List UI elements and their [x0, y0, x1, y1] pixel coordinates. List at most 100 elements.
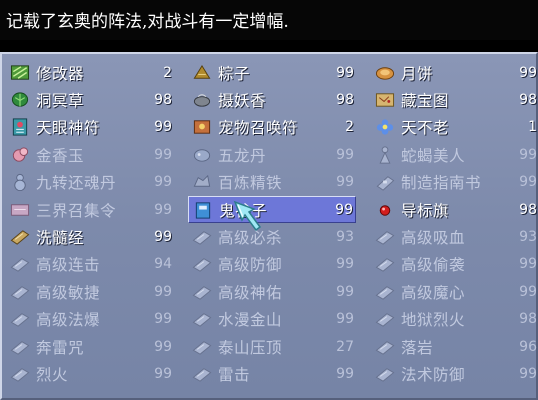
inventory-item[interactable]: 奔雷咒 99 [6, 333, 174, 360]
item-quantity: 99 [154, 338, 172, 355]
item-quantity: 99 [154, 146, 172, 163]
decree-scroll-icon [9, 200, 31, 220]
item-name: 天眼神符 [36, 119, 101, 138]
pink-jade-icon [9, 145, 31, 165]
item-name: 蛇蝎美人 [401, 146, 466, 165]
item-quantity: 98 [519, 311, 537, 328]
inventory-item[interactable]: 高级神佑 99 [188, 278, 356, 305]
inventory-item[interactable]: 月饼 99 [371, 59, 538, 86]
item-name: 落岩 [401, 338, 434, 357]
inventory-item[interactable]: 地狱烈火 98 [371, 306, 538, 333]
item-name: 五龙丹 [218, 146, 267, 165]
talisman-icon [9, 117, 31, 137]
item-quantity: 99 [519, 174, 537, 191]
inventory-item[interactable]: 天不老 1 [371, 114, 538, 141]
inventory-item[interactable]: 高级敏捷 99 [6, 278, 174, 305]
scroll-icon [9, 337, 31, 357]
book-scroll-icon [9, 227, 31, 247]
item-name: 月饼 [401, 64, 434, 83]
dragon-pill-icon [191, 145, 213, 165]
item-name: 粽子 [218, 64, 251, 83]
item-name: 制造指南书 [401, 174, 482, 193]
item-name: 烈火 [36, 365, 69, 384]
inventory-item[interactable]: 烈火 99 [6, 360, 174, 387]
inventory-item[interactable]: 泰山压顶 27 [188, 333, 356, 360]
inventory-item[interactable]: 高级法爆 99 [6, 306, 174, 333]
item-name: 水漫金山 [218, 311, 283, 330]
inventory-item[interactable]: 金香玉 99 [6, 141, 174, 168]
inventory-item[interactable]: 三界召集令 99 [6, 196, 174, 223]
incense-icon [191, 90, 213, 110]
item-quantity: 99 [336, 311, 354, 328]
item-name: 高级偷袭 [401, 256, 466, 275]
inventory-item[interactable]: 修改器 2 [6, 59, 174, 86]
inventory-item[interactable]: 鬼谷子99 [188, 195, 356, 224]
item-name: 九转还魂丹 [36, 174, 117, 193]
inventory-item[interactable]: 高级必杀 93 [188, 223, 356, 250]
inventory-item[interactable]: 高级魔心 99 [371, 278, 538, 305]
inventory-item[interactable]: 制造指南书 99 [371, 169, 538, 196]
inventory-column-1: 修改器 2 洞冥草 98 天眼神符 99 金香玉 99 九转还魂丹 99 三界召集令 99 洗髓经 99 高… [6, 59, 174, 388]
inventory-item[interactable]: 水漫金山 99 [188, 306, 356, 333]
inventory-item[interactable]: 高级偷袭 99 [371, 251, 538, 278]
item-quantity: 99 [336, 174, 354, 191]
inventory-item[interactable]: 粽子 99 [188, 59, 356, 86]
item-quantity: 99 [335, 201, 353, 218]
inventory-column-3: 月饼 99 藏宝图 98 天不老 1 蛇蝎美人 99 制造指南书 99 导标旗 98 高级吸血 93 高级偷… [371, 59, 538, 388]
inventory-item[interactable]: 雷击 99 [188, 360, 356, 387]
inventory-item[interactable]: 高级防御 99 [188, 251, 356, 278]
inventory-item[interactable]: 天眼神符 99 [6, 114, 174, 141]
item-name: 高级吸血 [401, 229, 466, 248]
item-name: 宠物召唤符 [218, 119, 299, 138]
green-scroll-icon [9, 63, 31, 83]
item-quantity: 99 [154, 229, 172, 246]
item-name: 高级魔心 [401, 283, 466, 302]
red-orb-icon [374, 200, 396, 220]
treasure-map-icon [374, 90, 396, 110]
inventory-item[interactable]: 洗髓经 99 [6, 223, 174, 250]
inventory-item[interactable]: 摄妖香 98 [188, 86, 356, 113]
inventory-item[interactable]: 洞冥草 98 [6, 86, 174, 113]
item-quantity: 99 [336, 256, 354, 273]
inventory-item[interactable]: 导标旗 98 [371, 196, 538, 223]
item-quantity: 99 [336, 64, 354, 81]
inventory-item[interactable]: 宠物召唤符 2 [188, 114, 356, 141]
item-name: 高级敏捷 [36, 283, 101, 302]
item-quantity: 99 [519, 365, 537, 382]
inventory-item[interactable]: 藏宝图 98 [371, 86, 538, 113]
item-name: 藏宝图 [401, 92, 450, 111]
inventory-item[interactable]: 法术防御 99 [371, 360, 538, 387]
scroll-icon [374, 282, 396, 302]
item-quantity: 99 [154, 365, 172, 382]
inventory-item[interactable]: 高级吸血 93 [371, 223, 538, 250]
scroll-icon [191, 227, 213, 247]
inventory-item[interactable]: 五龙丹 99 [188, 141, 356, 168]
item-name: 高级防御 [218, 256, 283, 275]
summon-talisman-icon [191, 117, 213, 137]
item-name: 奔雷咒 [36, 338, 85, 357]
inventory-item[interactable]: 高级连击 94 [6, 251, 174, 278]
item-quantity: 98 [336, 92, 354, 109]
item-quantity: 96 [519, 338, 537, 355]
scroll-icon [191, 364, 213, 384]
inventory-item[interactable]: 落岩 96 [371, 333, 538, 360]
item-name: 修改器 [36, 64, 85, 83]
scroll-icon [191, 309, 213, 329]
item-quantity: 99 [519, 64, 537, 81]
item-quantity: 99 [154, 311, 172, 328]
item-description: 记载了玄奥的阵法,对战斗有一定增幅. [0, 0, 538, 40]
inventory-panel: 修改器 2 洞冥草 98 天眼神符 99 金香玉 99 九转还魂丹 99 三界召集令 99 洗髓经 99 高… [0, 52, 538, 400]
item-quantity: 27 [336, 338, 354, 355]
item-quantity: 99 [336, 283, 354, 300]
item-quantity: 99 [519, 283, 537, 300]
inventory-item[interactable]: 蛇蝎美人 99 [371, 141, 538, 168]
item-name: 高级连击 [36, 256, 101, 275]
item-name: 天不老 [401, 119, 450, 138]
item-quantity: 99 [154, 201, 172, 218]
item-quantity: 98 [519, 201, 537, 218]
inventory-item[interactable]: 九转还魂丹 99 [6, 169, 174, 196]
inventory-item[interactable]: 百炼精铁 99 [188, 169, 356, 196]
scroll-icon [9, 254, 31, 274]
scroll-icon [374, 309, 396, 329]
sword-cursor-icon [233, 200, 262, 232]
